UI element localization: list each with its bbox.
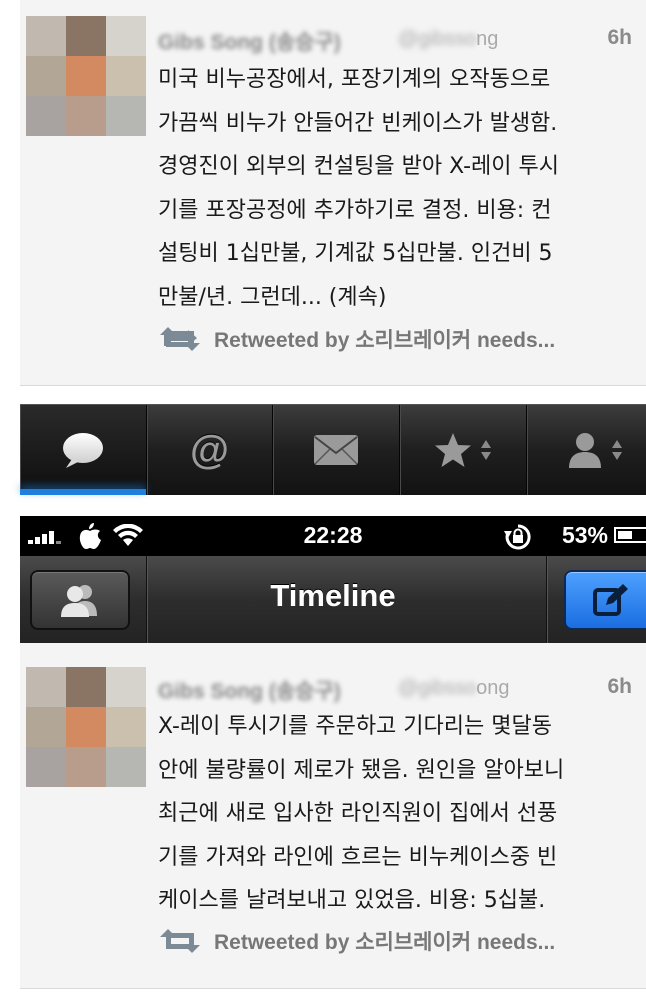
tab-favorites[interactable] — [400, 405, 527, 495]
star-icon — [434, 433, 471, 467]
at-sign-icon: @ — [190, 427, 230, 472]
author-name[interactable]: Gibs Song (송승구) — [158, 26, 341, 56]
avatar-pixel — [26, 56, 66, 96]
tweet-header: Gibs Song (송승구) @gibssoong 6h — [158, 673, 632, 703]
avatar-pixel — [26, 747, 66, 787]
author-handle: @gibssong — [398, 28, 498, 51]
handle-visible: ong — [476, 677, 510, 699]
avatar-pixel — [26, 96, 66, 136]
switcher-arrows-icon — [480, 440, 491, 460]
author-name[interactable]: Gibs Song (송승구) — [158, 675, 341, 705]
avatar-pixel — [106, 667, 146, 707]
person-icon — [568, 433, 601, 468]
handle-visible: ng — [476, 28, 499, 50]
switcher-arrows-icon — [611, 440, 622, 460]
tab-mentions[interactable]: @ — [147, 405, 274, 495]
retweet-info: Retweeted by 소리브레이커 needs... — [158, 926, 555, 956]
avatar-pixel — [26, 16, 66, 56]
tweet-time: 6h — [607, 26, 632, 49]
tweet[interactable]: Gibs Song (송승구) @gibssoong 6h X-레이 투시기를 … — [20, 643, 646, 989]
tweet-text: 미국 비누공장에서, 포장기계의 오작동으로 가끔씩 비누가 안들어간 빈케이스… — [158, 67, 559, 310]
author-handle: @gibssoong — [398, 677, 510, 700]
retweet-label[interactable]: Retweeted by 소리브레이커 needs... — [214, 926, 555, 956]
retweet-info: Retweeted by 소리브레이커 needs... — [158, 324, 555, 354]
tweet[interactable]: Gibs Song (송승구) @gibssong 6h 미국 비누공장에서, … — [20, 0, 646, 386]
tab-timeline[interactable] — [20, 405, 147, 495]
status-bar: 22:28 53% — [20, 516, 646, 556]
avatar-pixel — [66, 96, 106, 136]
avatar-pixel — [106, 96, 146, 136]
tab-messages[interactable] — [273, 405, 401, 495]
nav-divider — [546, 556, 547, 643]
avatar-pixel — [66, 667, 106, 707]
avatar-pixel — [106, 747, 146, 787]
avatar-pixel — [106, 16, 146, 56]
compose-icon — [593, 584, 628, 616]
nav-bar: Timeline — [20, 556, 646, 644]
avatar-pixel — [26, 707, 66, 747]
retweet-label[interactable]: Retweeted by 소리브레이커 needs... — [214, 324, 555, 354]
retweet-icon — [160, 929, 200, 953]
tab-bar: @ — [20, 404, 646, 495]
status-time: 22:28 — [303, 522, 363, 548]
battery-percent: 53% — [561, 522, 608, 548]
avatar[interactable] — [26, 16, 146, 136]
avatar[interactable] — [26, 667, 146, 787]
battery-icon — [614, 527, 646, 543]
tweet-time: 6h — [607, 675, 632, 698]
compose-button[interactable] — [564, 570, 646, 630]
avatar-pixel — [66, 707, 106, 747]
speech-bubble-icon — [62, 433, 103, 468]
rotation-lock-icon — [504, 524, 531, 550]
avatar-pixel — [66, 16, 106, 56]
tweet-text: X-레이 투시기를 주문하고 기다리는 몇달동 안에 불량률이 제로가 됐음. … — [158, 714, 565, 913]
handle-blurred: @gibsso — [398, 677, 477, 699]
avatar-pixel — [106, 56, 146, 96]
tab-profile[interactable] — [527, 405, 646, 495]
page-title: Timeline — [270, 578, 396, 613]
tweet-header: Gibs Song (송승구) @gibssong 6h — [158, 24, 632, 54]
handle-blurred: @gibsso — [398, 28, 477, 50]
avatar-pixel — [66, 747, 106, 787]
avatar-pixel — [26, 667, 66, 707]
avatar-pixel — [66, 56, 106, 96]
avatar-pixel — [106, 707, 146, 747]
envelope-icon — [314, 435, 359, 465]
battery-level — [618, 531, 632, 539]
retweet-icon — [160, 327, 200, 351]
